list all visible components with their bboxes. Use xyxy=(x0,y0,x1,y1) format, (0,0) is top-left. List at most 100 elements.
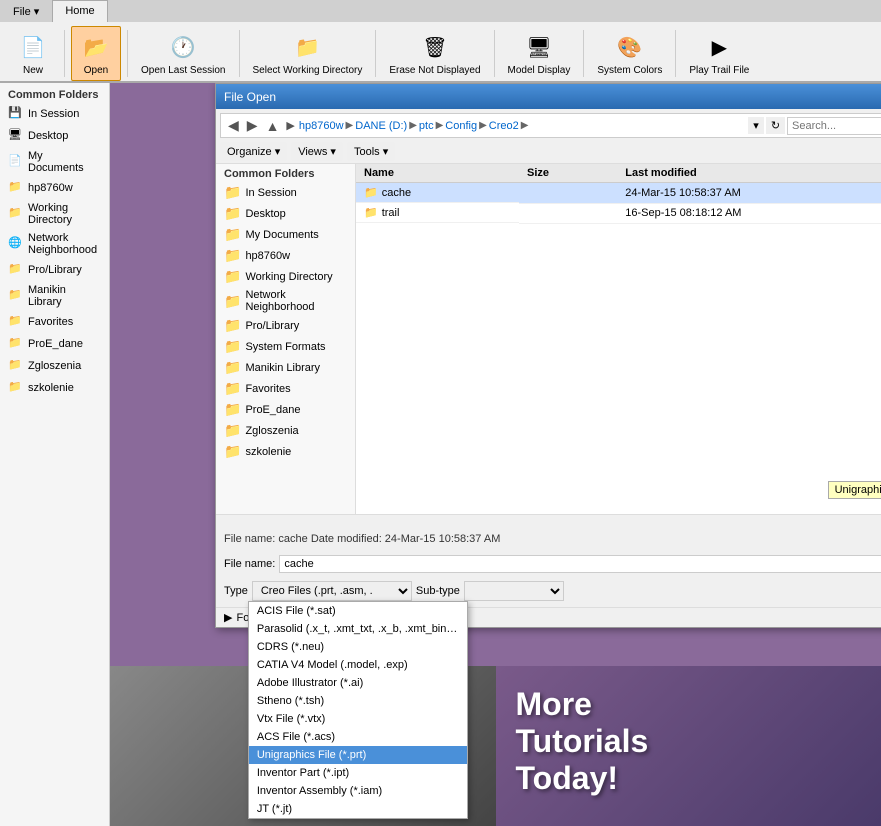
sidebar-items: 💾In Session🖥Desktop📄My Documents📁hp8760w… xyxy=(0,103,109,399)
left-panel-item-pro/library[interactable]: 📁Pro/Library xyxy=(216,315,355,336)
left-panel-item-my-documents[interactable]: 📁 My Documents xyxy=(216,224,355,245)
ribbon-btn-open-last[interactable]: 🕐Open Last Session xyxy=(134,26,233,81)
nav-forward-button[interactable]: ▶ xyxy=(244,116,261,135)
breadcrumb-dane[interactable]: DANE (D:) xyxy=(355,120,407,132)
left-panel-item-in-session[interactable]: 📁In Session xyxy=(216,182,355,203)
breadcrumb-arrow-1: ▶ xyxy=(286,119,294,132)
table-row[interactable]: 📁 trail 16-Sep-15 08:18:12 AM xyxy=(356,203,881,223)
folder-icon: 📁 xyxy=(224,226,241,243)
left-panel-label: ProE_dane xyxy=(245,404,300,416)
left-panel-label: My Documents xyxy=(245,229,318,241)
table-row[interactable]: 📁 cache 24-Mar-15 10:58:37 AM xyxy=(356,183,881,204)
breadcrumb-dropdown-button[interactable]: ▾ xyxy=(748,117,764,134)
col-size[interactable]: Size xyxy=(519,164,617,183)
dropdown-item[interactable]: Unigraphics File (*.prt) xyxy=(249,746,467,764)
dropdown-item[interactable]: Inventor Part (*.ipt) xyxy=(249,764,467,782)
ribbon-btn-model-display[interactable]: 🖥Model Display xyxy=(501,26,578,81)
views-label: Views ▾ xyxy=(298,145,336,158)
ribbon-tabs: File ▾ Home xyxy=(0,0,881,22)
dropdown-item[interactable]: CDRS (*.neu) xyxy=(249,638,467,656)
breadcrumb-creo2[interactable]: Creo2 xyxy=(489,120,519,132)
dropdown-list: ACIS File (*.sat)Parasolid (.x_t, .xmt_t… xyxy=(248,601,468,819)
folder-icon: 📁 xyxy=(224,380,241,397)
sidebar-item-label: Working Directory xyxy=(28,202,101,226)
breadcrumb-bar: ◀ ▶ ▲ ▶ hp8760w ▶ DANE (D:) ▶ ptc ▶ Conf… xyxy=(220,113,881,138)
model-display-icon: 🖥 xyxy=(523,31,555,63)
views-button[interactable]: Views ▾ xyxy=(291,142,343,161)
left-panel-label: Network Neighborhood xyxy=(245,289,347,313)
sep-after-system-colors xyxy=(675,30,676,77)
folder-icon: 📁 xyxy=(8,314,24,330)
left-panel-item-desktop[interactable]: 📁Desktop xyxy=(216,203,355,224)
ribbon-btn-new[interactable]: 📄New xyxy=(8,26,58,81)
bg-text-more: More xyxy=(516,686,862,723)
sidebar-item-zgloszenia[interactable]: 📁Zgloszenia xyxy=(0,355,109,377)
dropdown-item[interactable]: Adobe Illustrator (*.ai) xyxy=(249,674,467,692)
sidebar-item-my-documents[interactable]: 📄My Documents xyxy=(0,147,109,177)
left-panel-item-proe_dane[interactable]: 📁ProE_dane xyxy=(216,399,355,420)
file-table: Name Size Last modified 📁 cache 24-Mar-1… xyxy=(356,164,881,224)
sidebar-item-label: Desktop xyxy=(28,130,68,142)
left-panel-label: Manikin Library xyxy=(245,362,320,374)
subtype-select[interactable] xyxy=(464,581,564,601)
left-panel-item-manikin-library[interactable]: 📁Manikin Library xyxy=(216,357,355,378)
col-modified[interactable]: Last modified xyxy=(617,164,881,183)
dropdown-item[interactable]: Stheno (*.tsh) xyxy=(249,692,467,710)
dropdown-item[interactable]: CATIA V4 Model (.model, .exp) xyxy=(249,656,467,674)
sidebar-item-favorites[interactable]: 📁Favorites xyxy=(0,311,109,333)
sidebar-item-label: My Documents xyxy=(28,150,101,174)
organize-button[interactable]: Organize ▾ xyxy=(220,142,287,161)
sidebar-item-szkolenie[interactable]: 📁szkolenie xyxy=(0,377,109,399)
dropdown-item[interactable]: Inventor Assembly (*.iam) xyxy=(249,782,467,800)
type-select[interactable]: Creo Files (.prt, .asm, . xyxy=(252,581,412,601)
file-tab[interactable]: File ▾ xyxy=(0,0,52,22)
open-label: Open xyxy=(84,65,108,76)
left-panel-item-working-directory[interactable]: 📁Working Directory xyxy=(216,266,355,287)
dropdown-item[interactable]: ACS File (*.acs) xyxy=(249,728,467,746)
folder-icon: 📁 xyxy=(224,443,241,460)
left-panel-item-network-neighborhood[interactable]: 📁Network Neighborhood xyxy=(216,287,355,315)
sidebar-item-in-session[interactable]: 💾In Session xyxy=(0,103,109,125)
bg-image-right: More Tutorials Today! xyxy=(496,666,881,826)
ribbon-btn-erase[interactable]: 🗑Erase Not Displayed xyxy=(382,26,487,81)
left-panel-item-szkolenie[interactable]: 📁szkolenie xyxy=(216,441,355,462)
col-name[interactable]: Name xyxy=(356,164,519,183)
file-table-container[interactable]: Name Size Last modified 📁 cache 24-Mar-1… xyxy=(356,164,881,514)
sidebar-item-network-neighborhood[interactable]: 🌐Network Neighborhood xyxy=(0,229,109,259)
sidebar-item-pro/library[interactable]: 📁Pro/Library xyxy=(0,259,109,281)
sidebar-item-proe_dane[interactable]: 📁ProE_dane xyxy=(0,333,109,355)
left-panel-label: Pro/Library xyxy=(245,320,299,332)
sidebar-item-hp8760w[interactable]: 📁hp8760w xyxy=(0,177,109,199)
ribbon-btn-play-trail[interactable]: ▶Play Trail File xyxy=(682,26,756,81)
left-panel-item-zgloszenia[interactable]: 📁Zgloszenia xyxy=(216,420,355,441)
left-panel-item-system-formats[interactable]: 📁System Formats xyxy=(216,336,355,357)
left-panel-item-hp8760w[interactable]: 📁hp8760w xyxy=(216,245,355,266)
dropdown-item[interactable]: JT (*.jt) xyxy=(249,800,467,818)
nav-up-button[interactable]: ▲ xyxy=(263,117,283,135)
folder-icon: 📁 xyxy=(8,358,24,374)
dropdown-item[interactable]: ACIS File (*.sat) xyxy=(249,602,467,620)
breadcrumb-config[interactable]: Config xyxy=(445,120,477,132)
sidebar-item-desktop[interactable]: 🖥Desktop xyxy=(0,125,109,147)
search-input[interactable] xyxy=(787,117,881,135)
breadcrumb-hp8760w[interactable]: hp8760w xyxy=(299,120,344,132)
dropdown-item[interactable]: Vtx File (*.vtx) xyxy=(249,710,467,728)
sidebar-item-manikin-library[interactable]: 📁Manikin Library xyxy=(0,281,109,311)
folder-icon: 📁 xyxy=(224,205,241,222)
system-colors-label: System Colors xyxy=(597,65,662,76)
dropdown-item[interactable]: Parasolid (.x_t, .xmt_txt, .x_b, .xmt_bi… xyxy=(249,620,467,638)
sidebar-item-working-directory[interactable]: 📁Working Directory xyxy=(0,199,109,229)
folder-icon: 📁 xyxy=(8,262,24,278)
play-trail-icon: ▶ xyxy=(703,31,735,63)
ribbon-btn-system-colors[interactable]: 🎨System Colors xyxy=(590,26,669,81)
tools-button[interactable]: Tools ▾ xyxy=(347,142,395,161)
breadcrumb-ptc[interactable]: ptc xyxy=(419,120,434,132)
home-tab[interactable]: Home xyxy=(52,0,107,22)
nav-back-button[interactable]: ◀ xyxy=(225,116,242,135)
ribbon-btn-select-wd[interactable]: 📁Select Working Directory xyxy=(246,26,370,81)
refresh-button[interactable]: ↻ xyxy=(766,117,785,134)
file-name-input[interactable] xyxy=(279,555,881,573)
left-panel-item-favorites[interactable]: 📁Favorites xyxy=(216,378,355,399)
open-icon: 📂 xyxy=(80,31,112,63)
ribbon-btn-open[interactable]: 📂 Open xyxy=(71,26,121,81)
